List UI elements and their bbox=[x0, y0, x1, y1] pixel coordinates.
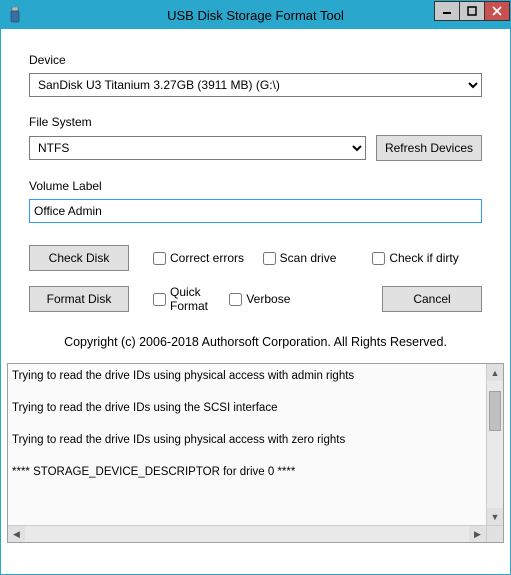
scroll-thumb[interactable] bbox=[489, 391, 501, 431]
format-disk-button[interactable]: Format Disk bbox=[29, 286, 129, 312]
filesystem-select[interactable]: NTFS bbox=[29, 136, 366, 160]
maximize-button[interactable] bbox=[459, 1, 485, 21]
log-line: **** STORAGE_DEVICE_DESCRIPTOR for drive… bbox=[12, 466, 499, 478]
log-line: Trying to read the drive IDs using physi… bbox=[12, 434, 499, 446]
check-disk-button[interactable]: Check Disk bbox=[29, 245, 129, 271]
verbose-checkbox[interactable]: Verbose bbox=[229, 292, 305, 306]
volume-label-input[interactable] bbox=[29, 199, 482, 223]
scroll-down-icon[interactable]: ▼ bbox=[487, 508, 503, 525]
correct-errors-checkbox[interactable]: Correct errors bbox=[153, 251, 263, 265]
filesystem-label: File System bbox=[29, 115, 482, 129]
volume-label-label: Volume Label bbox=[29, 179, 482, 193]
close-button[interactable] bbox=[484, 1, 510, 21]
title-bar: USB Disk Storage Format Tool bbox=[1, 1, 510, 29]
scroll-up-icon[interactable]: ▲ bbox=[487, 364, 503, 381]
scroll-right-icon[interactable]: ▶ bbox=[469, 526, 486, 542]
quick-format-checkbox[interactable]: Quick Format bbox=[153, 285, 229, 313]
scroll-track[interactable] bbox=[487, 381, 503, 508]
minimize-button[interactable] bbox=[434, 1, 460, 21]
main-panel: Device SanDisk U3 Titanium 3.27GB (3911 … bbox=[1, 29, 510, 363]
device-select[interactable]: SanDisk U3 Titanium 3.27GB (3911 MB) (G:… bbox=[29, 73, 482, 97]
scan-drive-checkbox[interactable]: Scan drive bbox=[263, 251, 373, 265]
scroll-left-icon[interactable]: ◀ bbox=[8, 526, 25, 542]
vertical-scrollbar[interactable]: ▲ ▼ bbox=[486, 364, 503, 525]
device-label: Device bbox=[29, 53, 482, 67]
check-if-dirty-checkbox[interactable]: Check if dirty bbox=[372, 251, 482, 265]
scroll-corner bbox=[486, 526, 503, 542]
log-output[interactable]: Trying to read the drive IDs using physi… bbox=[8, 364, 503, 525]
horizontal-scrollbar[interactable]: ◀ ▶ bbox=[8, 525, 503, 542]
log-line: Trying to read the drive IDs using physi… bbox=[12, 370, 499, 382]
window-controls bbox=[435, 1, 510, 21]
copyright-text: Copyright (c) 2006-2018 Authorsoft Corpo… bbox=[29, 335, 482, 349]
log-panel: Trying to read the drive IDs using physi… bbox=[7, 363, 504, 543]
cancel-button[interactable]: Cancel bbox=[382, 286, 482, 312]
log-line: Trying to read the drive IDs using the S… bbox=[12, 402, 499, 414]
refresh-devices-button[interactable]: Refresh Devices bbox=[376, 135, 482, 161]
